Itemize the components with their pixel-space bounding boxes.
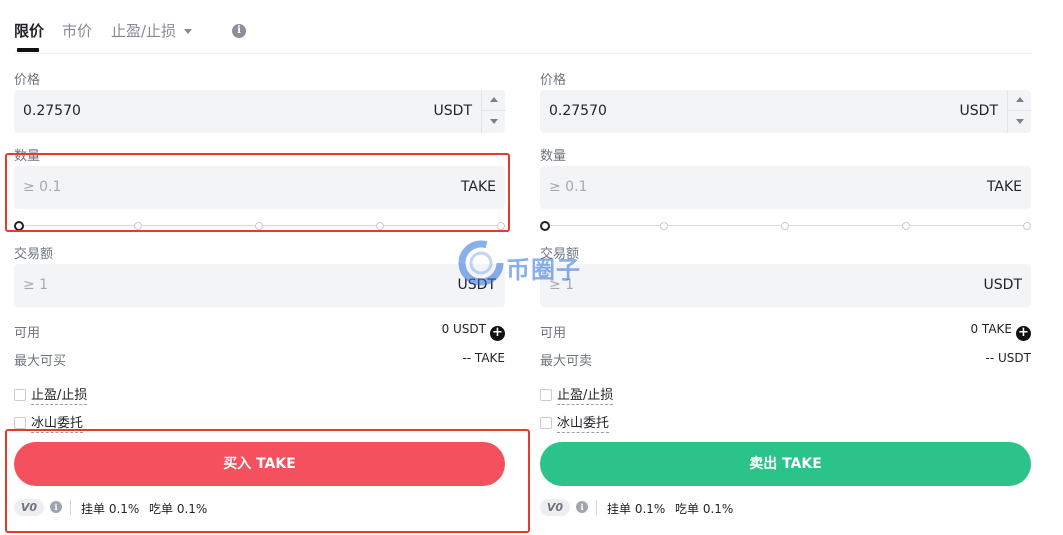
slider-tick-75[interactable] [376, 222, 384, 230]
max-sell-value: -- USDT [985, 351, 1031, 365]
amount-input[interactable]: ≥ 1 USDT [540, 264, 1031, 307]
plus-icon[interactable]: + [490, 326, 505, 341]
divider [70, 500, 71, 515]
quantity-label: 数量 [14, 149, 41, 164]
slider-tick-25[interactable] [660, 222, 668, 230]
slider-tick-75[interactable] [902, 222, 910, 230]
price-decrement-button[interactable] [482, 112, 506, 133]
maker-fee: 挂单 0.1% [607, 502, 666, 516]
info-icon[interactable]: i [576, 501, 588, 513]
price-input[interactable]: 0.27570 USDT [540, 90, 1032, 133]
price-input[interactable]: 0.27570 USDT [14, 90, 506, 133]
max-buy-label: 最大可买 [14, 354, 67, 369]
arrow-down-icon [1016, 119, 1024, 124]
price-stepper [1007, 90, 1032, 133]
quantity-unit: TAKE [986, 179, 1022, 195]
slider-handle[interactable] [14, 221, 24, 231]
watermark-text: 币圈子 [506, 256, 581, 284]
quantity-input[interactable]: ≥ 0.1 TAKE [540, 166, 1031, 209]
price-increment-button[interactable] [482, 90, 506, 111]
buy-panel: 价格 0.27570 USDT 数量 ≥ 0.1 TAKE 交易额 ≥ 1 US… [14, 0, 506, 535]
price-value: 0.27570 [549, 103, 607, 119]
plus-icon[interactable]: + [1016, 326, 1031, 341]
quantity-unit: TAKE [460, 179, 496, 195]
checkbox-box[interactable] [540, 389, 552, 401]
tpsl-checkbox-label: 止盈/止损 [31, 388, 88, 405]
quantity-slider[interactable] [540, 220, 1031, 232]
tpsl-checkbox[interactable]: 止盈/止损 [540, 384, 614, 405]
price-label: 价格 [14, 73, 41, 88]
available-label: 可用 [540, 326, 567, 341]
taker-fee: 吃单 0.1% [149, 502, 208, 516]
amount-unit: USDT [983, 277, 1022, 293]
slider-handle[interactable] [540, 221, 550, 231]
iceberg-checkbox[interactable]: 冰山委托 [540, 412, 610, 433]
slider-tick-50[interactable] [781, 222, 789, 230]
arrow-up-icon [1016, 97, 1024, 102]
vip-level-badge: V0 [540, 499, 570, 516]
slider-tick-25[interactable] [134, 222, 142, 230]
max-sell-label: 最大可卖 [540, 354, 593, 369]
quantity-input[interactable]: ≥ 0.1 TAKE [14, 166, 505, 209]
available-balance: 0 TAKE + [970, 322, 1031, 341]
sell-panel: 价格 0.27570 USDT 数量 ≥ 0.1 TAKE 交易额 ≥ 1 US… [540, 0, 1032, 535]
price-label: 价格 [540, 73, 567, 88]
maker-fee: 挂单 0.1% [81, 502, 140, 516]
checkbox-box[interactable] [14, 417, 26, 429]
watermark-logo: 币圈子 [456, 238, 606, 288]
divider [596, 500, 597, 515]
arrow-down-icon [490, 119, 498, 124]
tpsl-checkbox[interactable]: 止盈/止损 [14, 384, 88, 405]
quantity-placeholder: ≥ 0.1 [549, 179, 588, 195]
price-unit: USDT [433, 103, 472, 119]
checkbox-box[interactable] [14, 389, 26, 401]
slider-tick-50[interactable] [255, 222, 263, 230]
price-unit: USDT [959, 103, 998, 119]
vip-level-badge: V0 [14, 499, 44, 516]
max-buy-value: -- TAKE [462, 351, 505, 365]
slider-tick-100[interactable] [1023, 222, 1031, 230]
checkbox-box[interactable] [540, 417, 552, 429]
quantity-placeholder: ≥ 0.1 [23, 179, 62, 195]
price-decrement-button[interactable] [1008, 112, 1032, 133]
tpsl-checkbox-label: 止盈/止损 [557, 388, 614, 405]
iceberg-checkbox[interactable]: 冰山委托 [14, 412, 84, 433]
buy-button[interactable]: 买入 TAKE [14, 442, 505, 486]
quantity-label: 数量 [540, 149, 567, 164]
amount-placeholder: ≥ 1 [23, 277, 49, 293]
amount-label: 交易额 [14, 247, 54, 262]
iceberg-checkbox-label: 冰山委托 [557, 416, 610, 433]
price-increment-button[interactable] [1008, 90, 1032, 111]
price-value: 0.27570 [23, 103, 81, 119]
quantity-slider[interactable] [14, 220, 505, 232]
taker-fee: 吃单 0.1% [675, 502, 734, 516]
watermark-ring-icon [458, 240, 504, 286]
slider-tick-100[interactable] [497, 222, 505, 230]
amount-input[interactable]: ≥ 1 USDT [14, 264, 505, 307]
sell-button[interactable]: 卖出 TAKE [540, 442, 1031, 486]
available-label: 可用 [14, 326, 41, 341]
price-stepper [481, 90, 506, 133]
available-value: 0 USDT [441, 322, 486, 336]
iceberg-checkbox-label: 冰山委托 [31, 416, 84, 433]
arrow-up-icon [490, 97, 498, 102]
available-value: 0 TAKE [970, 322, 1012, 336]
info-icon[interactable]: i [50, 501, 62, 513]
available-balance: 0 USDT + [442, 322, 505, 341]
